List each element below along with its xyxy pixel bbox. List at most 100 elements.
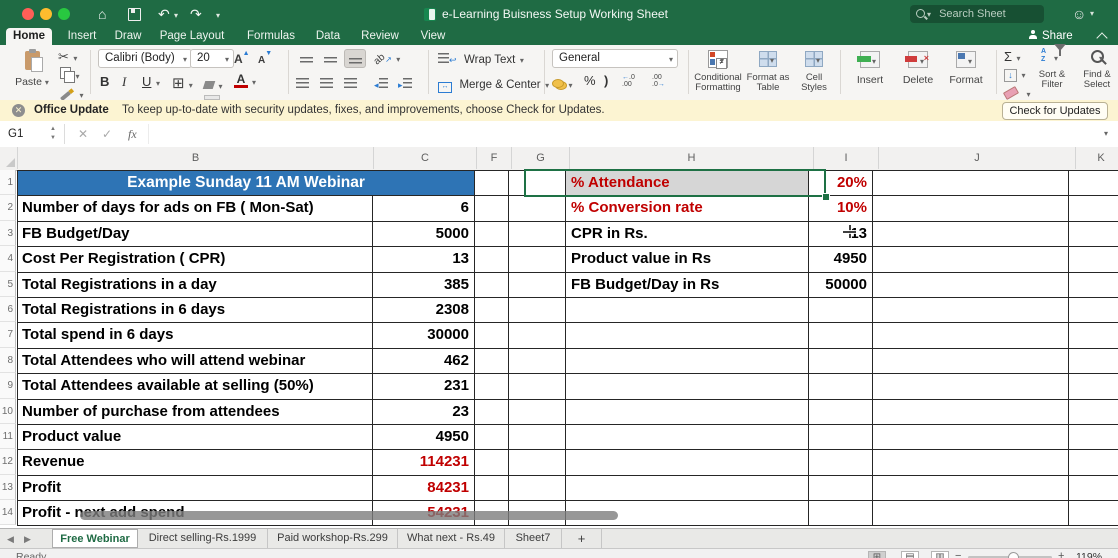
cell-F7[interactable] xyxy=(475,323,509,349)
cell-F11[interactable] xyxy=(475,424,509,451)
percent-style-button[interactable]: % xyxy=(584,73,596,88)
cell-H2[interactable]: % Conversion rate xyxy=(566,196,809,222)
cell-I6[interactable] xyxy=(809,297,873,324)
font-size-combo[interactable]: 20 xyxy=(190,49,234,68)
cell-K11[interactable] xyxy=(1069,424,1118,451)
underline-dropdown-icon[interactable]: ▾ xyxy=(156,79,160,88)
minimize-window-button[interactable] xyxy=(40,8,52,20)
tab-draw[interactable]: Draw xyxy=(108,28,148,45)
row-header-1[interactable]: 1 xyxy=(0,170,16,196)
cell-I3[interactable]: 13 xyxy=(809,221,873,248)
cell-H8[interactable] xyxy=(566,348,809,375)
cell-C6[interactable]: 2308 xyxy=(373,297,475,324)
tab-formulas[interactable]: Formulas xyxy=(240,28,302,45)
cell-G7[interactable] xyxy=(509,323,566,349)
cell-F10[interactable] xyxy=(475,399,509,425)
dismiss-update-icon[interactable]: ✕ xyxy=(12,104,25,117)
row-header-5[interactable]: 5 xyxy=(0,271,16,297)
cell-F13[interactable] xyxy=(475,475,509,502)
cell-J6[interactable] xyxy=(873,297,1069,324)
cell-H6[interactable] xyxy=(566,297,809,324)
cell-K14[interactable] xyxy=(1069,501,1118,527)
column-header-B[interactable]: B xyxy=(18,147,374,169)
normal-view-icon[interactable]: ⊞ xyxy=(868,551,886,558)
cell-B8[interactable]: Total Attendees who will attend webinar xyxy=(18,348,373,375)
increase-indent-button[interactable]: ▸ xyxy=(398,75,412,93)
cell-J3[interactable] xyxy=(873,221,1069,248)
cell-K13[interactable] xyxy=(1069,475,1118,502)
cell-G2[interactable] xyxy=(509,196,566,222)
cell-B4[interactable]: Cost Per Registration ( CPR) xyxy=(18,247,373,273)
add-sheet-button[interactable]: + xyxy=(562,529,602,549)
cell-H3[interactable]: CPR in Rs. xyxy=(566,221,809,248)
cancel-entry-icon[interactable]: ✕ xyxy=(78,121,88,147)
cell-I2[interactable]: 10% xyxy=(809,196,873,222)
cell-K5[interactable] xyxy=(1069,272,1118,298)
cell-I10[interactable] xyxy=(809,399,873,425)
align-top-button[interactable] xyxy=(296,50,316,66)
cell-F1[interactable] xyxy=(475,171,509,197)
cell-B7[interactable]: Total spend in 6 days xyxy=(18,323,373,349)
formula-bar-dropdown-icon[interactable]: ▾ xyxy=(1104,129,1108,138)
select-all-corner[interactable] xyxy=(0,147,18,169)
cell-J4[interactable] xyxy=(873,247,1069,273)
align-middle-button[interactable] xyxy=(320,50,340,66)
undo-icon[interactable]: ↶ xyxy=(158,0,170,28)
cell-H12[interactable] xyxy=(566,450,809,476)
home-icon[interactable]: ⌂ xyxy=(98,0,106,28)
sheet-tab-paid-workshop[interactable]: Paid workshop-Rs.299 xyxy=(268,529,398,549)
zoom-window-button[interactable] xyxy=(58,8,70,20)
cell-B6[interactable]: Total Registrations in 6 days xyxy=(18,297,373,324)
cell-H7[interactable] xyxy=(566,323,809,349)
cell-J9[interactable] xyxy=(873,374,1069,400)
sheet-tab-what-next[interactable]: What next - Rs.49 xyxy=(398,529,505,549)
font-color-dropdown-icon[interactable]: ▾ xyxy=(252,78,256,87)
tab-view[interactable]: View xyxy=(412,28,454,45)
tab-home[interactable]: Home xyxy=(6,28,52,45)
cell-K9[interactable] xyxy=(1069,374,1118,400)
feedback-smiley-icon[interactable]: ☺ xyxy=(1072,0,1086,28)
format-as-table-button[interactable]: ▾ Format as Table xyxy=(746,48,790,93)
row-header-11[interactable]: 11 xyxy=(0,423,16,450)
decrease-indent-button[interactable]: ◂ xyxy=(374,75,388,93)
cell-K8[interactable] xyxy=(1069,348,1118,375)
cell-G8[interactable] xyxy=(509,348,566,375)
cell-B10[interactable]: Number of purchase from attendees xyxy=(18,399,373,425)
underline-button[interactable]: U xyxy=(142,74,151,89)
cell-B5[interactable]: Total Registrations in a day xyxy=(18,272,373,298)
feedback-dropdown-icon[interactable] xyxy=(1090,9,1094,18)
cell-J10[interactable] xyxy=(873,399,1069,425)
cell-K6[interactable] xyxy=(1069,297,1118,324)
cell-I4[interactable]: 4950 xyxy=(809,247,873,273)
bold-button[interactable]: B xyxy=(100,74,109,89)
cell-G12[interactable] xyxy=(509,450,566,476)
row-header-13[interactable]: 13 xyxy=(0,474,16,501)
currency-button[interactable]: ▾ xyxy=(552,75,572,93)
cell-J8[interactable] xyxy=(873,348,1069,375)
cell-F6[interactable] xyxy=(475,297,509,324)
row-header-10[interactable]: 10 xyxy=(0,398,16,424)
cell-I12[interactable] xyxy=(809,450,873,476)
autosum-button[interactable]: Σ ▾ xyxy=(1004,48,1021,66)
cell-I8[interactable] xyxy=(809,348,873,375)
tab-page-layout[interactable]: Page Layout xyxy=(152,28,232,45)
cell-B13[interactable]: Profit xyxy=(18,475,373,502)
fill-handle[interactable] xyxy=(822,193,830,201)
cell-C3[interactable]: 5000 xyxy=(373,221,475,248)
tab-data[interactable]: Data xyxy=(308,28,348,45)
wrap-text-button[interactable]: ↩ Wrap Text ▾ xyxy=(438,50,524,68)
cell-C7[interactable]: 30000 xyxy=(373,323,475,349)
cell-G13[interactable] xyxy=(509,475,566,502)
cell-F3[interactable] xyxy=(475,221,509,248)
font-name-combo[interactable]: Calibri (Body) xyxy=(98,49,192,68)
cell-B3[interactable]: FB Budget/Day xyxy=(18,221,373,248)
italic-button[interactable]: I xyxy=(122,74,126,90)
zoom-in-icon[interactable]: + xyxy=(1058,550,1064,558)
cell-B1-merged-title[interactable]: Example Sunday 11 AM Webinar xyxy=(18,171,475,197)
insert-cells-button[interactable]: ▾ Insert xyxy=(848,48,892,86)
cell-H5[interactable]: FB Budget/Day in Rs xyxy=(566,272,809,298)
column-header-C[interactable]: C xyxy=(374,147,477,169)
column-header-J[interactable]: J xyxy=(879,147,1076,169)
redo-icon[interactable]: ↷ xyxy=(190,0,202,28)
row-header-9[interactable]: 9 xyxy=(0,373,16,399)
